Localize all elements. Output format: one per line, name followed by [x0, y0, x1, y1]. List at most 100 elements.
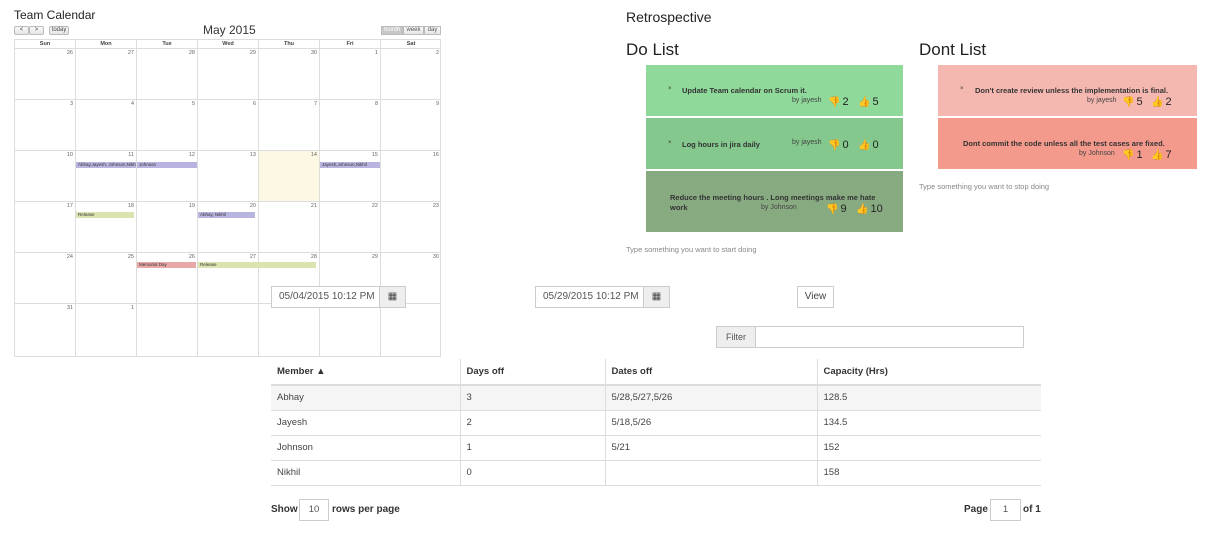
view-month-button[interactable]: month	[381, 26, 403, 35]
rows-per-page-input[interactable]: 10	[299, 499, 329, 521]
cell-member: Jayesh	[271, 410, 461, 436]
calendar-grid: Sun Mon Tue Wed Thu Fri Sat 26 27 28 29 30 1 2…	[14, 39, 441, 357]
calendar-day-cell[interactable]	[320, 304, 381, 356]
calendar-event[interactable]: Abhay,Jayesh, Johnson,Nikhil	[76, 162, 136, 168]
thumbs-up-vote[interactable]: 👍 0	[858, 139, 879, 151]
day-number: 7	[313, 101, 317, 107]
calendar-day-cell[interactable]: 8	[320, 100, 381, 151]
calendar-day-cell[interactable]	[259, 304, 320, 356]
calendar-day-cell[interactable]: 23	[381, 202, 441, 253]
column-header-member[interactable]: Member ▲	[271, 359, 461, 386]
calendar-day-cell[interactable]: 25	[76, 253, 137, 304]
calendar-event[interactable]: Memorial Day	[137, 262, 196, 268]
calendar-day-cell[interactable]: 9	[381, 100, 441, 151]
calendar-day-cell[interactable]: 3	[15, 100, 76, 151]
thumbs-down-vote[interactable]: 👎 1	[1122, 149, 1143, 161]
calendar-day-cell[interactable]: 7	[259, 100, 320, 151]
calendar-day-cell[interactable]: 10	[15, 151, 76, 202]
thumbs-down-vote[interactable]: 👎 9	[826, 203, 847, 215]
dont-list-card[interactable]: × Don't create review unless the impleme…	[938, 65, 1197, 116]
prev-month-button[interactable]: <	[14, 26, 29, 35]
calendar-icon[interactable]: ▦	[379, 287, 405, 307]
calendar-title: Team Calendar	[14, 8, 96, 22]
calendar-day-cell[interactable]: 18	[76, 202, 137, 253]
filter-input[interactable]	[755, 326, 1024, 348]
column-header-dates-off[interactable]: Dates off	[605, 359, 818, 386]
cell-dates-off: 5/18,5/26	[605, 410, 818, 436]
table-row[interactable]: Johnson 1 5/21 152	[271, 435, 1041, 461]
calendar-day-cell[interactable]	[381, 304, 441, 356]
calendar-day-cell[interactable]: 4	[76, 100, 137, 151]
do-list-card[interactable]: × Update Team calendar on Scrum it. by j…	[646, 65, 903, 116]
cell-dates-off: 5/21	[605, 435, 818, 461]
cell-capacity: 134.5	[817, 410, 1041, 436]
calendar-day-cell[interactable]: 11	[76, 151, 137, 202]
page-number-input[interactable]: 1	[990, 499, 1021, 521]
calendar-day-cell[interactable]: 19	[137, 202, 198, 253]
view-button[interactable]: View	[797, 286, 834, 308]
calendar-icon[interactable]: ▦	[643, 287, 669, 307]
calendar-day-cell[interactable]: 26	[15, 49, 76, 100]
calendar-day-cell[interactable]: 21	[259, 202, 320, 253]
calendar-day-cell[interactable]: 20	[198, 202, 259, 253]
do-input-hint[interactable]: Type something you want to start doing	[626, 245, 757, 254]
thumbs-up-vote[interactable]: 👍 7	[1151, 149, 1172, 161]
dont-list-card[interactable]: Dont commit the code unless all the test…	[938, 118, 1197, 169]
calendar-event[interactable]: Johnson	[137, 162, 197, 168]
day-number: 29	[249, 50, 256, 56]
view-day-button[interactable]: day	[424, 26, 441, 35]
calendar-day-cell[interactable]: 15	[320, 151, 381, 202]
day-number: 28	[310, 254, 317, 260]
calendar-event[interactable]: Abhay, Nikhil	[198, 212, 255, 218]
calendar-day-cell[interactable]: 27	[198, 253, 259, 304]
column-header-days-off[interactable]: Days off	[460, 359, 606, 386]
calendar-day-cell[interactable]: 22	[320, 202, 381, 253]
column-header-capacity[interactable]: Capacity (Hrs)	[817, 359, 1041, 386]
dont-input-hint[interactable]: Type something you want to stop doing	[919, 182, 1049, 191]
end-date-field[interactable]: 05/29/2015 10:12 PM ▦	[535, 286, 670, 308]
calendar-day-cell[interactable]: 14	[259, 151, 320, 202]
today-button[interactable]: today	[49, 26, 69, 35]
calendar-day-cell[interactable]: 24	[15, 253, 76, 304]
calendar-day-cell[interactable]: 5	[137, 100, 198, 151]
calendar-day-cell[interactable]: 6	[198, 100, 259, 151]
table-row[interactable]: Nikhil 0 158	[271, 460, 1041, 486]
thumbs-down-vote[interactable]: 👎 2	[828, 96, 849, 108]
calendar-day-cell[interactable]: 2	[381, 49, 441, 100]
calendar-day-cell[interactable]: 16	[381, 151, 441, 202]
start-date-field[interactable]: 05/04/2015 10:12 PM ▦	[271, 286, 406, 308]
calendar-event[interactable]: Release	[198, 262, 316, 268]
calendar-day-cell[interactable]: 31	[15, 304, 76, 356]
calendar-day-cell[interactable]: 1	[320, 49, 381, 100]
next-month-button[interactable]: >	[29, 26, 44, 35]
cell-days-off: 1	[460, 435, 606, 461]
calendar-day-cell[interactable]	[198, 304, 259, 356]
thumbs-up-vote[interactable]: 👍 2	[1151, 96, 1172, 108]
calendar-day-cell[interactable]: 13	[198, 151, 259, 202]
calendar-day-cell[interactable]: 29	[198, 49, 259, 100]
calendar-day-cell[interactable]: 12	[137, 151, 198, 202]
calendar-day-cell[interactable]: 28	[137, 49, 198, 100]
calendar-day-cell[interactable]: 26	[137, 253, 198, 304]
do-list-card[interactable]: Reduce the meeting hours . Long meetings…	[646, 171, 903, 232]
calendar-day-cell[interactable]: 1	[76, 304, 137, 356]
calendar-day-cell[interactable]: 27	[76, 49, 137, 100]
thumbs-down-vote[interactable]: 👎 5	[1122, 96, 1143, 108]
thumbs-up-icon: 👍	[1151, 150, 1164, 161]
thumbs-up-vote[interactable]: 👍 10	[856, 203, 883, 215]
calendar-event[interactable]: Jayesh,Johnson,Nikhil	[320, 162, 380, 168]
table-row[interactable]: Jayesh 2 5/18,5/26 134.5	[271, 410, 1041, 436]
do-list-card[interactable]: × Log hours in jira daily by jayesh 👎 0 👍…	[646, 118, 903, 169]
calendar-event[interactable]: Release	[76, 212, 134, 218]
thumbs-up-vote[interactable]: 👍 5	[858, 96, 879, 108]
calendar-day-cell[interactable]: 17	[15, 202, 76, 253]
thumbs-down-vote[interactable]: 👎 0	[828, 139, 849, 151]
cell-dates-off	[605, 460, 818, 486]
members-table: Member ▲ Days off Dates off Capacity (Hr…	[271, 359, 1041, 486]
calendar-day-cell[interactable]: 30	[259, 49, 320, 100]
view-week-button[interactable]: week	[403, 26, 424, 35]
day-number: 28	[188, 50, 195, 56]
card-text: Don't create review unless the implement…	[975, 86, 1169, 95]
calendar-day-cell[interactable]	[137, 304, 198, 356]
table-row[interactable]: Abhay 3 5/28,5/27,5/26 128.5	[271, 385, 1041, 411]
